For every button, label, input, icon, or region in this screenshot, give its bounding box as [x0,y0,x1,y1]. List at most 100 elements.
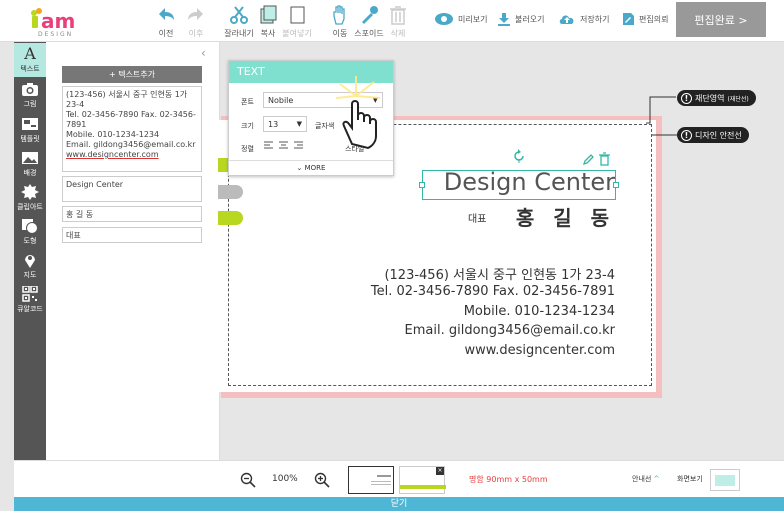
preview-label: 미리보기 [458,14,488,24]
close-button[interactable]: 닫기 [14,497,784,511]
delete-label: 삭제 [390,29,406,38]
safe-line-pointer [652,134,678,136]
size-value: 13 [268,120,279,129]
card-web[interactable]: www.designcenter.com [465,343,616,358]
edit-complete-button[interactable]: 편집완료 > [676,2,766,37]
safe-line-tag: ! 디자인 안전선 [677,127,749,143]
save-label: 저장하기 [580,14,610,24]
save-button[interactable]: 저장하기 [558,10,609,28]
more-label: MORE [304,164,326,172]
field-line: 7891 [66,120,87,129]
collapse-panel-icon[interactable]: ‹ [201,46,206,60]
field-line: Tel. 02-3456-7890 Fax. 02-3456- [66,110,196,119]
document-edit-icon [623,13,634,25]
qr-code-icon [22,286,38,302]
edit-request-label: 편집의뢰 [639,14,669,24]
eyedropper-icon [362,6,378,24]
template-tab-green[interactable] [218,211,243,225]
sidebar-item-label: 템플릿 [20,135,40,143]
chevron-down-icon: ⌄ [296,164,305,172]
sidebar-item-label: 텍스트 [20,65,40,73]
font-label: 폰트 [241,98,254,106]
name-text-field[interactable]: 홍 길 동 [62,206,202,222]
chevron-up-icon: ^ [653,475,660,483]
sidebar-item-shape[interactable]: 도형 [14,215,46,249]
move-label: 이동 [332,29,348,38]
copy-icon [260,5,277,24]
image-icon [22,152,38,164]
cut-area-tag: ! 재단영역 (재단선) [677,90,756,106]
undo-icon [159,8,174,20]
trash-icon [390,6,406,25]
more-button[interactable]: ⌄ MORE [229,160,393,176]
sidebar-item-clipart[interactable]: 클립아트 [14,181,46,215]
guide-toggle[interactable]: 안내선 ^ [632,474,659,484]
guide-label: 안내선 [632,475,652,483]
cut-area-sub-label: (재단선) [727,95,749,103]
field-line: Mobile. 010-1234-1234 [66,130,160,139]
zoom-in-icon[interactable] [314,472,330,488]
cloud-upload-icon [559,15,574,24]
shape-icon [22,219,38,234]
card-title[interactable]: 대표 [468,210,486,225]
scissors-icon [230,6,248,24]
undo-label: 이전 [158,29,174,38]
close-icon[interactable]: × [436,467,444,475]
card-address[interactable]: (123-456) 서울시 중구 인현동 1가 23-4 [384,264,615,283]
title-text-field[interactable]: 대표 [62,227,202,243]
sidebar-item-template[interactable]: 템플릿 [14,113,46,147]
paste-button[interactable]: 붙여넣기 [277,4,317,39]
edit-pencil-icon[interactable] [582,153,595,166]
sidebar-item-text[interactable]: A 텍스트 [14,43,46,77]
selection-box[interactable] [419,170,619,200]
eye-icon [435,13,453,25]
screen-view-button[interactable] [710,469,740,491]
field-line: Email. gildong3456@email.co.kr [66,140,196,149]
sidebar-item-qrcode[interactable]: 큐알코드 [14,283,46,317]
size-select[interactable]: 13 ▼ [263,116,307,132]
hand-pointer-icon [335,76,381,150]
sidebar-item-label: 지도 [23,271,37,279]
page-thumbnail-front[interactable] [348,466,394,494]
svg-text:am: am [41,9,75,33]
sidebar-item-picture[interactable]: 그림 [14,78,46,112]
preview-button[interactable]: 미리보기 [434,10,487,28]
resize-handle[interactable] [419,182,425,188]
sidebar-item-background[interactable]: 배경 [14,147,46,181]
align-buttons[interactable] [263,141,311,151]
map-pin-icon [25,255,35,268]
resize-handle[interactable] [613,182,619,188]
hand-icon [333,5,345,25]
screen-view-swatch [715,475,735,486]
screen-view-label: 화면보기 [677,475,703,483]
text-edit-panel: + 텍스트추가 (123-456) 서울시 중구 인현동 1가 23-4 Tel… [46,42,220,460]
address-text-field[interactable]: (123-456) 서울시 중구 인현동 1가 23-4 Tel. 02-345… [62,86,202,172]
redo-icon [188,8,203,20]
delete-trash-icon[interactable] [598,152,611,166]
cut-area-pointer [646,96,676,124]
delete-button[interactable]: 삭제 [378,4,418,39]
sidebar-item-map[interactable]: 지도 [14,249,46,283]
alert-icon: ! [681,129,692,141]
brand-logo: am DESIGN [28,5,98,38]
card-tel[interactable]: Tel. 02-3456-7890 Fax. 02-3456-7891 [371,284,615,299]
redo-button[interactable]: 이후 [176,4,216,39]
rotate-icon[interactable] [512,149,526,163]
zoom-level: 100% [272,474,298,484]
card-mobile[interactable]: Mobile. 010-1234-1234 [464,304,615,319]
load-button[interactable]: 불러오기 [497,10,544,28]
edit-request-button[interactable]: 편집의뢰 [622,10,668,28]
card-size-info: 명함 90mm x 50mm [469,475,548,484]
paste-label: 붙여넣기 [282,29,312,38]
card-email[interactable]: Email. gildong3456@email.co.kr [405,323,615,338]
add-text-button[interactable]: + 텍스트추가 [62,66,202,83]
card-name[interactable]: 홍 길 동 [516,202,615,231]
sidebar-item-label: 큐알코드 [17,305,43,313]
clipart-icon [21,184,39,200]
text-icon: A [24,44,36,63]
template-tab-gray[interactable] [218,185,243,199]
company-text-field[interactable]: Design Center [62,176,202,202]
zoom-out-icon[interactable] [240,472,256,488]
page-thumbnail-back[interactable]: × [399,466,446,494]
copy-label: 복사 [260,29,276,38]
